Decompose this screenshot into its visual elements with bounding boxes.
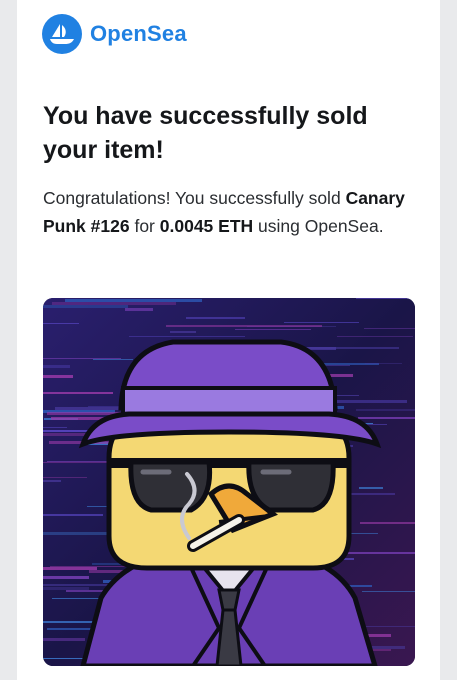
intro-text: Congratulations! You successfully sold <box>43 188 341 208</box>
nft-image[interactable] <box>43 298 415 666</box>
for-text: for <box>134 216 155 236</box>
sale-message: Congratulations! You successfully sold C… <box>43 184 415 240</box>
opensea-logo[interactable]: OpenSea <box>42 14 187 54</box>
page-title: You have successfully sold your item! <box>43 102 368 164</box>
brand-name: OpenSea <box>90 21 187 46</box>
using-text: using <box>258 216 300 236</box>
sale-price: 0.0045 ETH <box>159 216 254 236</box>
email-card: OpenSea You have successfully sold your … <box>17 0 440 680</box>
opensea-boat-icon <box>42 14 82 54</box>
platform-text: OpenSea. <box>304 216 384 236</box>
